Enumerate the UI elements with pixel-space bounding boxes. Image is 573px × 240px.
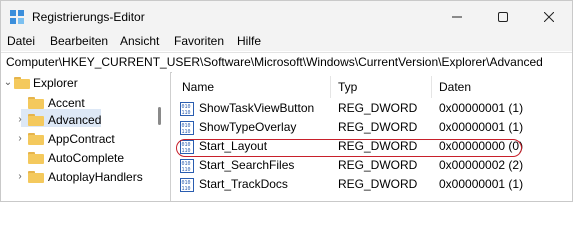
value-name: ShowTaskViewButton <box>199 101 315 115</box>
chevron-right-icon[interactable]: › <box>15 134 25 144</box>
value-type: REG_DWORD <box>338 177 418 191</box>
tree-item-explorer[interactable]: ⌄ Explorer <box>1 73 153 93</box>
table-row[interactable]: 010 110 Start_SearchFiles REG_DWORD 0x000… <box>172 156 562 175</box>
close-button[interactable] <box>526 1 572 33</box>
minimize-icon <box>452 16 462 18</box>
value-data: 0x00000001 (1) <box>439 177 524 191</box>
table-row[interactable]: 010 110 Start_TrackDocs REG_DWORD 0x00000… <box>172 175 562 194</box>
tree-item-appcontract[interactable]: › AppContract <box>1 129 153 149</box>
svg-text:110: 110 <box>182 186 191 192</box>
chevron-right-icon[interactable]: › <box>15 115 25 125</box>
column-header-name[interactable]: Name <box>182 80 214 94</box>
tree-item-autoplayhandlers[interactable]: › AutoplayHandlers <box>1 167 153 187</box>
reg-binary-value-icon: 010110 <box>180 121 194 135</box>
menu-favoriten[interactable]: Favoriten <box>174 34 224 48</box>
column-divider[interactable] <box>330 76 331 98</box>
chevron-right-icon[interactable]: › <box>15 172 25 182</box>
tree-label: Accent <box>48 96 85 110</box>
address-path[interactable]: Computer\HKEY_CURRENT_USER\Software\Micr… <box>6 55 543 69</box>
tree-label: AutoplayHandlers <box>48 170 143 184</box>
value-type: REG_DWORD <box>338 120 418 134</box>
address-bar[interactable]: Computer\HKEY_CURRENT_USER\Software\Micr… <box>1 52 572 73</box>
reg-binary-value-icon: 010110 <box>180 102 194 116</box>
folder-icon <box>28 114 44 126</box>
menu-bar: Datei Bearbeiten Ansicht Favoriten Hilfe <box>1 33 572 51</box>
chevron-down-icon[interactable]: ⌄ <box>3 78 13 88</box>
registry-editor-icon <box>10 10 24 24</box>
tree-scrollbar[interactable] <box>158 107 161 125</box>
tree-label: Advanced <box>48 113 102 127</box>
value-name: Start_TrackDocs <box>199 177 288 191</box>
tree-item-autocomplete[interactable]: AutoComplete <box>1 148 153 168</box>
close-icon <box>544 12 554 22</box>
folder-icon <box>28 152 44 164</box>
menu-bearbeiten[interactable]: Bearbeiten <box>50 34 108 48</box>
menu-hilfe[interactable]: Hilfe <box>237 34 261 48</box>
maximize-button[interactable] <box>480 1 526 33</box>
key-tree[interactable]: ⌄ Explorer Accent › Advanced › AppContra… <box>1 72 171 201</box>
values-list[interactable]: Name Typ Daten 010 110 ShowTaskViewButton… <box>172 72 572 201</box>
column-header-data[interactable]: Daten <box>439 80 471 94</box>
window-title: Registrierungs-Editor <box>32 10 145 24</box>
reg-binary-value-icon: 010110 <box>180 178 194 192</box>
folder-icon <box>28 133 44 145</box>
tree-label: AutoComplete <box>48 151 125 165</box>
table-row[interactable]: 010 110 ShowTaskViewButton REG_DWORD 0x00… <box>172 99 562 118</box>
table-row[interactable]: 010 110 ShowTypeOverlay REG_DWORD 0x00000… <box>172 118 562 137</box>
registry-editor-window: Registrierungs-Editor Datei Bearbeiten A… <box>0 0 573 202</box>
svg-text:110: 110 <box>182 110 191 116</box>
value-data: 0x00000001 (1) <box>439 101 524 115</box>
svg-text:110: 110 <box>182 129 191 135</box>
folder-open-icon <box>14 77 30 89</box>
tree-label: AppContract <box>48 132 115 146</box>
maximize-icon <box>498 12 508 22</box>
minimize-button[interactable] <box>434 1 480 33</box>
title-bar[interactable]: Registrierungs-Editor <box>1 1 572 33</box>
row-highlight-annotation <box>176 139 522 157</box>
value-name: Start_SearchFiles <box>199 158 295 172</box>
reg-binary-value-icon: 010110 <box>180 159 194 173</box>
tree-label: Explorer <box>33 76 78 90</box>
value-data: 0x00000001 (1) <box>439 120 524 134</box>
menu-datei[interactable]: Datei <box>7 34 35 48</box>
column-header-type[interactable]: Typ <box>338 80 357 94</box>
folder-icon <box>28 171 44 183</box>
svg-text:110: 110 <box>182 167 191 173</box>
column-divider[interactable] <box>431 76 432 98</box>
menu-ansicht[interactable]: Ansicht <box>120 34 159 48</box>
folder-icon <box>28 97 44 109</box>
value-type: REG_DWORD <box>338 101 418 115</box>
value-data: 0x00000002 (2) <box>439 158 524 172</box>
tree-item-advanced[interactable]: › Advanced <box>1 110 153 130</box>
value-name: ShowTypeOverlay <box>199 120 297 134</box>
value-type: REG_DWORD <box>338 158 418 172</box>
